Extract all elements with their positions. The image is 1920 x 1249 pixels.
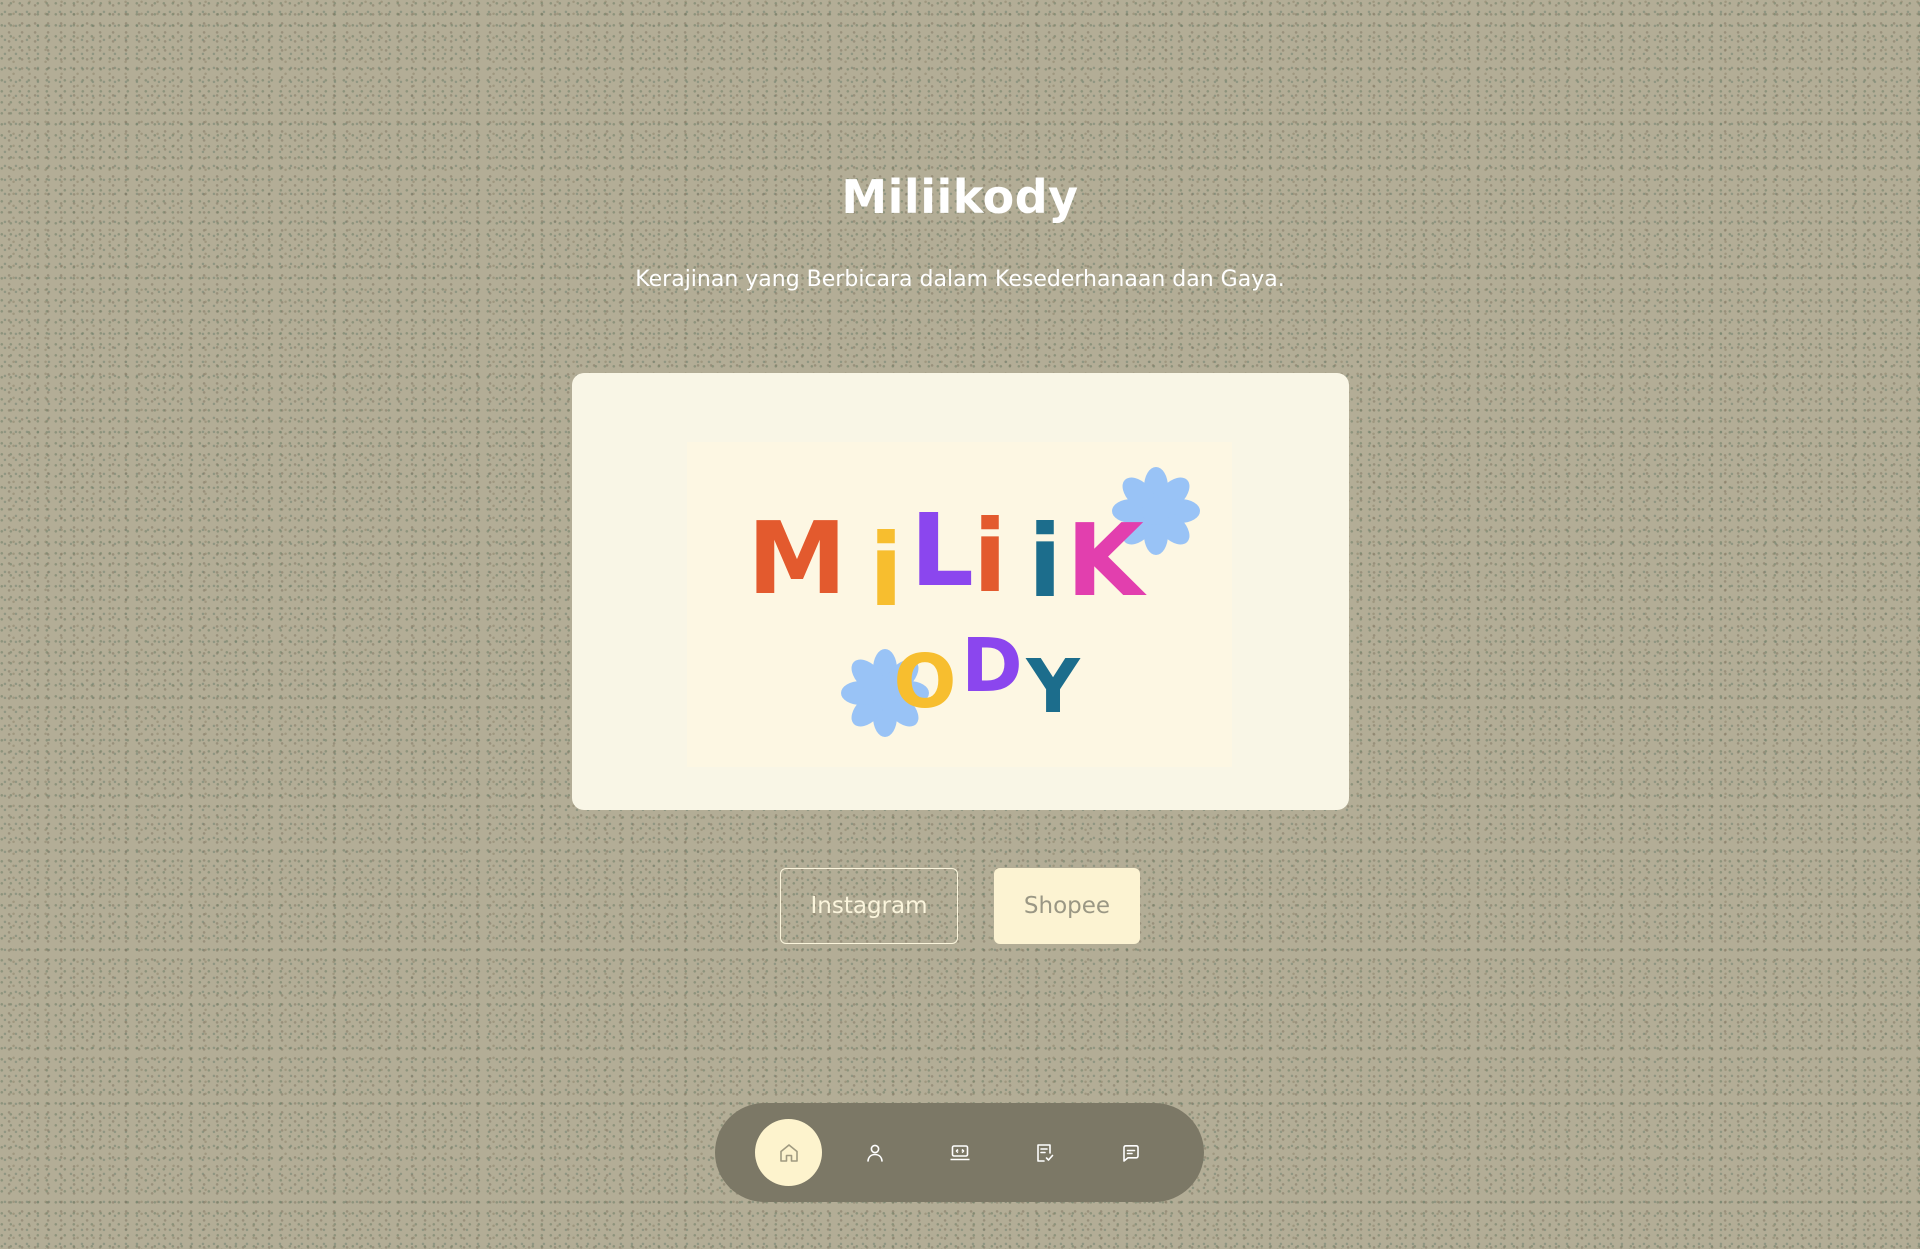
dock-item-about[interactable] bbox=[841, 1119, 908, 1186]
logo-letter: i bbox=[973, 498, 1007, 615]
logo-letter: M bbox=[747, 500, 847, 617]
logo-letter: L bbox=[910, 492, 974, 609]
logo-letter: i bbox=[869, 512, 903, 629]
logo-letter: O bbox=[894, 639, 957, 725]
hero-card: M i L i i K O D Y bbox=[572, 373, 1349, 810]
logo-letter: Y bbox=[1025, 644, 1081, 730]
home-icon bbox=[779, 1143, 798, 1162]
logo-letter: D bbox=[961, 623, 1022, 709]
dock-item-home[interactable] bbox=[755, 1119, 822, 1186]
dock-item-products[interactable] bbox=[926, 1119, 993, 1186]
brand-logo-art: M i L i i K O D Y bbox=[747, 467, 1200, 737]
logo-letter: K bbox=[1066, 502, 1147, 619]
brand-logo: M i L i i K O D Y bbox=[687, 442, 1232, 767]
dock-item-orders[interactable] bbox=[1011, 1119, 1078, 1186]
dock-item-contact[interactable] bbox=[1097, 1119, 1164, 1186]
bottom-dock-nav bbox=[715, 1103, 1204, 1202]
message-icon bbox=[1122, 1144, 1139, 1162]
checklist-icon bbox=[1036, 1143, 1053, 1162]
instagram-button[interactable]: Instagram bbox=[780, 868, 958, 944]
social-links: Instagram Shopee bbox=[0, 868, 1920, 944]
page-title: Miliikody bbox=[841, 170, 1079, 224]
logo-letter: i bbox=[1028, 503, 1062, 620]
tagline: Kerajinan yang Berbicara dalam Kesederha… bbox=[635, 267, 1285, 292]
laptop-icon bbox=[950, 1144, 969, 1160]
user-icon bbox=[866, 1144, 883, 1162]
shopee-button[interactable]: Shopee bbox=[994, 868, 1140, 944]
